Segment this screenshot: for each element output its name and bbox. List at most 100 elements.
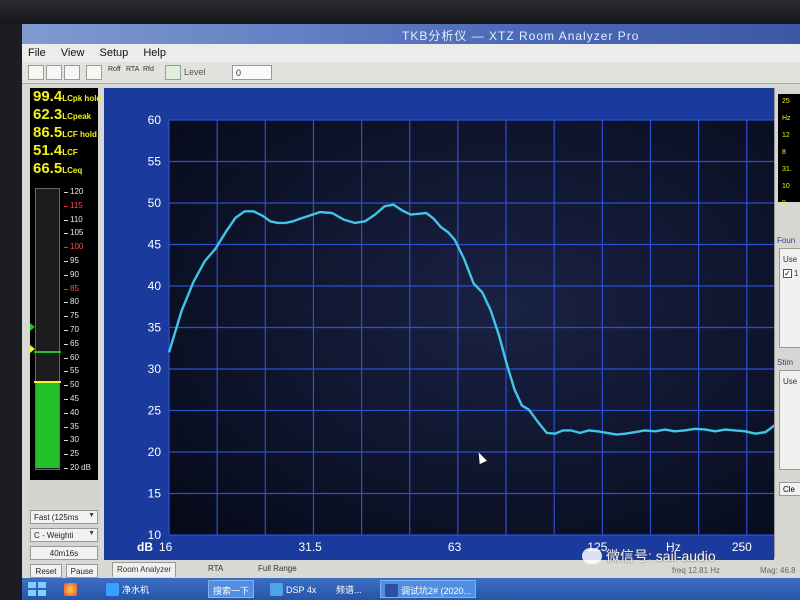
meter-tick xyxy=(64,399,68,400)
meter-level-fill xyxy=(36,381,59,468)
rfd-button[interactable]: Rfd xyxy=(143,66,154,73)
print-icon[interactable] xyxy=(86,65,102,80)
stim-group: Use xyxy=(779,370,800,470)
meter-scale-label: 50 xyxy=(70,380,79,390)
meter-tick xyxy=(64,330,68,331)
meter-scale-label: 45 xyxy=(70,394,79,403)
x-tick-label: 16 xyxy=(159,540,173,554)
meter-scale-label: 65 xyxy=(70,338,79,348)
found-label: Foun xyxy=(777,236,796,245)
taskbar-item-analyzer[interactable]: 调试坑2# (2020... xyxy=(380,580,477,598)
meter-scale-label: 115 xyxy=(70,200,83,210)
menu-bar: File View Setup Help xyxy=(22,44,800,62)
save-icon[interactable] xyxy=(64,65,80,80)
right-readout-line: 10 xyxy=(782,183,790,190)
speed-select[interactable]: Fast (125ms ▼ xyxy=(30,510,98,524)
meter-scale-label: 90 xyxy=(70,269,79,279)
menu-help[interactable]: Help xyxy=(137,44,172,59)
app-switcher-icon[interactable] xyxy=(60,580,84,598)
y-tick-label: 20 xyxy=(148,445,162,459)
tab-room-analyzer[interactable]: Room Analyzer xyxy=(112,562,177,577)
meter-scale-label: 30 xyxy=(70,435,79,445)
clear-button[interactable]: Cle xyxy=(779,482,800,496)
meter-tick xyxy=(64,261,68,262)
monitor-bezel xyxy=(0,0,800,24)
meter-tick xyxy=(64,468,68,469)
meter-scale-label: 25 xyxy=(70,449,79,459)
menu-view[interactable]: View xyxy=(55,44,91,59)
stim-label: Stim xyxy=(777,358,793,367)
right-readout-line: 8 xyxy=(782,149,786,156)
meter-scale-label: 95 xyxy=(70,256,79,265)
window-title: TKB分析仪 — XTZ Room Analyzer Pro xyxy=(22,24,800,44)
rta-button[interactable]: RTA xyxy=(126,66,139,73)
reset-button[interactable]: Reset xyxy=(30,564,62,578)
freq-status: freq 12.81 Hz xyxy=(672,566,721,575)
toolbar: Roff RTA Rfd Level 0 xyxy=(22,62,800,84)
new-file-icon[interactable] xyxy=(28,65,44,80)
level-meter: 120 115 110 105 100 95 90 85 80 75 70 65 60 55 50 45 40 3… xyxy=(30,180,98,480)
windows-start-icon[interactable] xyxy=(26,580,48,598)
meter-scale-label: 70 xyxy=(70,325,79,334)
use-check-label: 1 xyxy=(794,269,799,278)
colorful-app-icon xyxy=(64,583,77,596)
taskbar-item-browser[interactable]: 净水机 xyxy=(102,580,153,598)
level-spinner[interactable]: 0 xyxy=(232,65,272,80)
meter-tick xyxy=(64,412,68,414)
right-readout-line: 31. xyxy=(782,166,792,173)
music-note-icon xyxy=(270,583,283,596)
taskbar: 净水机 搜索一下 DSP 4x 频谱... 调试坑2# (2020... xyxy=(22,578,800,600)
run-icon[interactable] xyxy=(165,65,181,80)
readout-lcpeak: 62.3LCpeak xyxy=(33,106,92,123)
open-folder-icon[interactable] xyxy=(46,65,62,80)
menu-setup[interactable]: Setup xyxy=(94,44,135,59)
menu-file[interactable]: File xyxy=(22,44,52,59)
meter-scale-label: 35 xyxy=(70,421,79,431)
meter-scale-label: 20 dB xyxy=(70,463,91,472)
meter-scale-label: 75 xyxy=(70,311,79,321)
right-readout-line: Hz xyxy=(782,115,791,122)
screen: TKB分析仪 — XTZ Room Analyzer Pro File View… xyxy=(22,24,800,600)
meter-scale-label: 55 xyxy=(70,366,79,376)
meter-tick xyxy=(64,219,68,221)
mag-status: Mag: 46.8 xyxy=(760,566,796,575)
weighting-select[interactable]: C - Weighti ▼ xyxy=(30,528,98,542)
stim-use-label: Use xyxy=(783,377,798,386)
meter-scale-label: 40 xyxy=(70,407,79,417)
meter-tick xyxy=(64,192,68,193)
meter-tick xyxy=(64,371,68,373)
use-checkbox[interactable]: ✓ xyxy=(783,269,792,278)
meter-scale-label: 120 xyxy=(70,187,84,196)
taskbar-item-dsp[interactable]: DSP 4x xyxy=(266,580,320,598)
taskbar-item-spectrum[interactable]: 频谱... xyxy=(332,580,366,598)
level-value: 0 xyxy=(236,68,242,78)
meter-tick xyxy=(64,247,68,249)
chevron-down-icon: ▼ xyxy=(88,512,95,519)
tab-rta[interactable]: RTA xyxy=(204,562,227,577)
meter-marker xyxy=(30,345,35,354)
roff-button[interactable]: Roff xyxy=(108,66,121,73)
use-label: Use xyxy=(783,255,798,264)
tab-full-range[interactable]: Full Range xyxy=(254,562,301,577)
meter-tick xyxy=(64,316,68,318)
x-tick-label: 31.5 xyxy=(298,540,322,554)
meter-tick xyxy=(64,274,68,276)
meter-tick xyxy=(64,357,68,359)
found-group: Use ✓ 1 xyxy=(779,248,800,348)
meter-tick xyxy=(64,440,68,442)
right-readout-line: 12 xyxy=(782,132,790,139)
y-tick-label: 50 xyxy=(148,196,162,210)
frequency-response-chart[interactable]: 60 55 50 45 40 35 30 25 20 15 10 dB 16 31.5 63 125 250 Hz xyxy=(104,88,774,560)
y-tick-label: 40 xyxy=(148,279,162,293)
meter-tick xyxy=(64,288,68,290)
y-tick-label: 30 xyxy=(148,362,162,376)
readout-lcf: 51.4LCF xyxy=(33,142,78,159)
right-readout-line: 0. xyxy=(782,200,788,207)
pause-button[interactable]: Pause xyxy=(66,564,98,578)
y-tick-label: 25 xyxy=(148,404,162,418)
x-tick-label: 63 xyxy=(448,540,462,554)
taskbar-item-search[interactable]: 搜索一下 xyxy=(208,580,255,598)
meter-marker xyxy=(30,323,35,332)
right-readout: 25 Hz 12 8 31. 10 0. xyxy=(778,94,800,207)
y-tick-label: 60 xyxy=(148,113,162,127)
